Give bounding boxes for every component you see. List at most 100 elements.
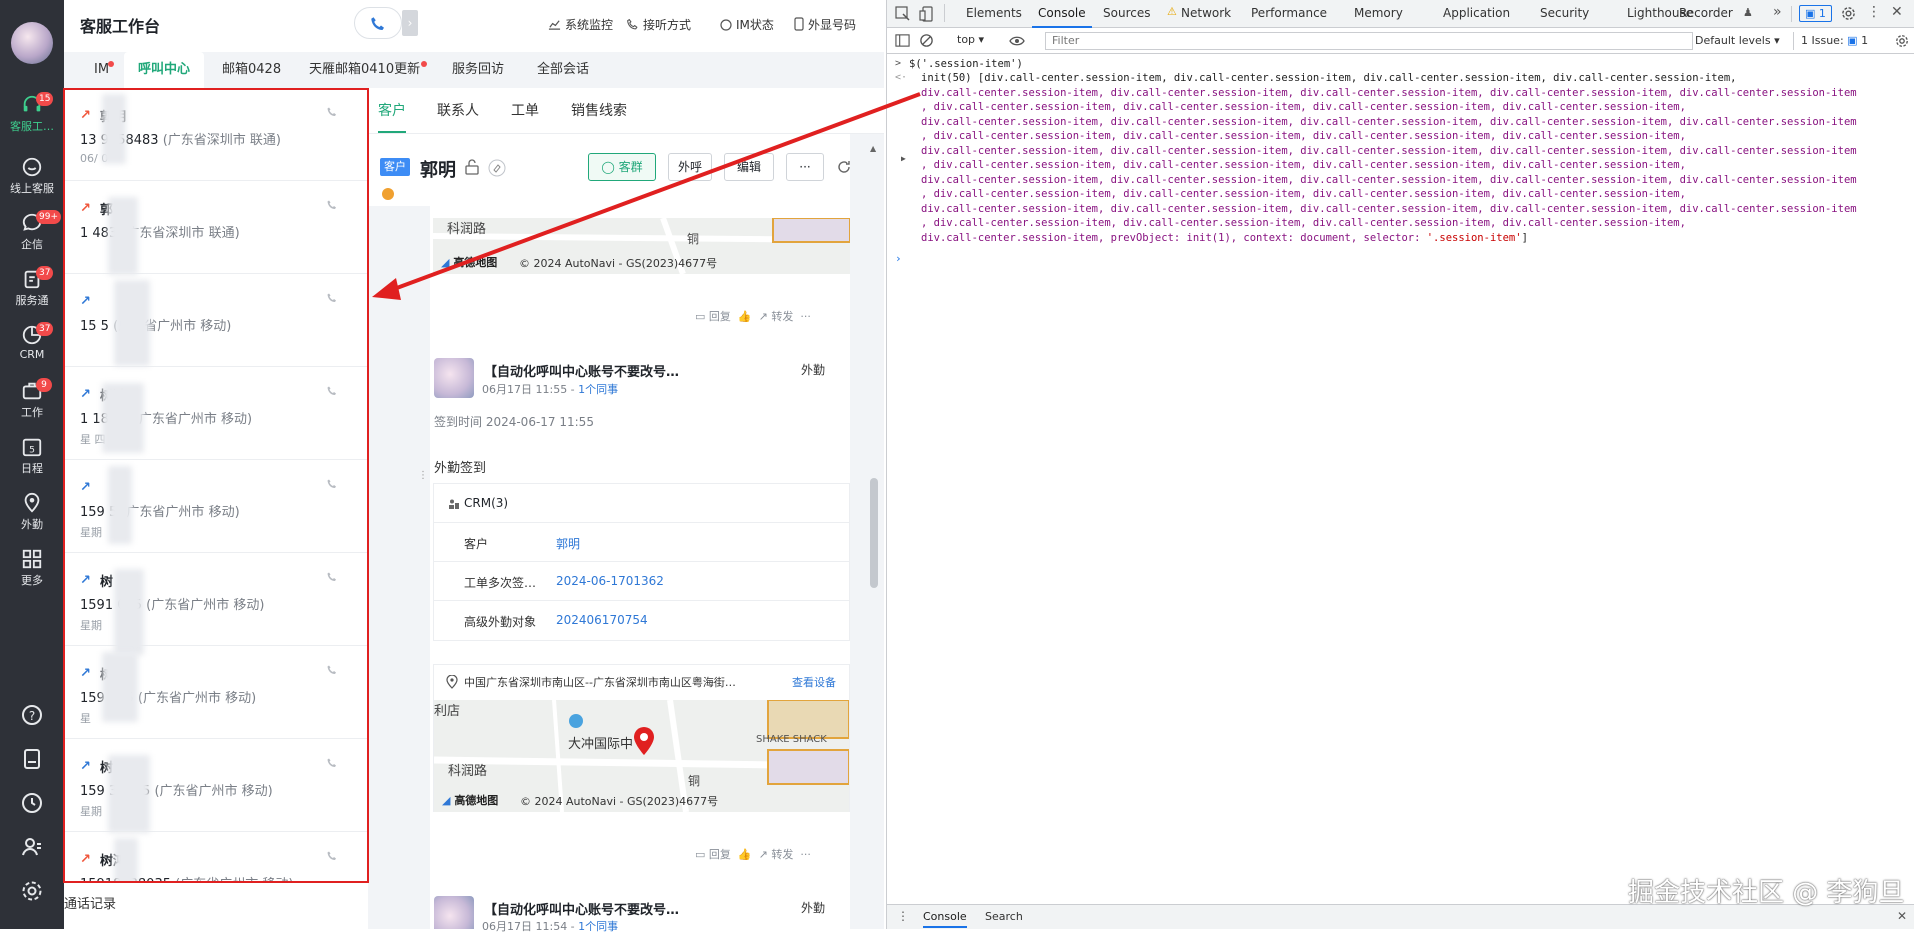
- drawer-tab-search[interactable]: Search: [985, 910, 1023, 923]
- colleague-link[interactable]: 1个同事: [578, 920, 618, 933]
- clear-console-icon[interactable]: [919, 33, 934, 48]
- scroll-up-icon[interactable]: ▲: [870, 144, 876, 153]
- more-tabs-icon[interactable]: »: [1773, 4, 1782, 20]
- issues-counter[interactable]: 1 Issue: ▣ 1: [1801, 34, 1868, 47]
- session-item[interactable]: ↗树159 38035 (广东省广州市 移动)星期: [64, 739, 368, 833]
- call-icon[interactable]: [326, 199, 338, 211]
- devtools-tab-security[interactable]: Security: [1540, 6, 1589, 20]
- resize-handle[interactable]: ⋮: [418, 470, 428, 481]
- forward-action[interactable]: ↗ 转发: [759, 848, 794, 861]
- messages-badge[interactable]: ▣ 1: [1799, 5, 1832, 22]
- nav-crm[interactable]: CRM 37: [0, 318, 64, 370]
- nav-field-work[interactable]: 外勤: [0, 486, 64, 538]
- session-item[interactable]: ↗ 159 5 (广东省广州市 移动) 星期: [64, 460, 368, 553]
- call-icon[interactable]: [326, 478, 338, 490]
- session-item[interactable]: ↗郭明13 9058483 (广东省深圳市 联通)06/ 0: [64, 88, 368, 181]
- crm-row-link[interactable]: 2024-06-1701362: [556, 574, 664, 588]
- outbound-call-button[interactable]: 外呼: [668, 153, 712, 181]
- settings-icon[interactable]: [20, 879, 44, 903]
- tab-call-center[interactable]: 呼叫中心: [124, 52, 205, 88]
- collapse-button[interactable]: ›: [402, 10, 418, 36]
- view-device-link[interactable]: 查看设备: [792, 674, 836, 690]
- devtools-tab-performance[interactable]: Performance: [1251, 6, 1327, 20]
- console-filter-input[interactable]: Filter: [1045, 32, 1693, 50]
- tab-service-followup[interactable]: 服务回访: [452, 52, 504, 88]
- nav-more[interactable]: 更多: [0, 542, 64, 594]
- live-expression-eye-icon[interactable]: [1009, 34, 1025, 48]
- session-item[interactable]: ↗ 郭 1 483 (广东省深圳市 联通): [64, 181, 368, 275]
- call-icon[interactable]: [326, 292, 338, 304]
- like-icon[interactable]: 👍: [738, 310, 752, 323]
- reply-action[interactable]: ▭ 回复: [695, 310, 731, 323]
- like-icon[interactable]: 👍: [738, 848, 752, 861]
- close-drawer-icon[interactable]: ✕: [1897, 909, 1907, 923]
- devtools-tab-network[interactable]: Network: [1181, 6, 1231, 20]
- outbound-number-link[interactable]: 外显号码: [794, 16, 856, 33]
- listen-mode-link[interactable]: 接听方式: [626, 16, 691, 33]
- customer-group-button[interactable]: ◯ 客群: [588, 153, 656, 181]
- devtools-tab-sources[interactable]: Sources: [1103, 6, 1150, 20]
- session-item[interactable]: ↗ 15 5 (广东省广州市 移动): [64, 274, 368, 367]
- settings-gear-icon[interactable]: [1841, 6, 1856, 21]
- session-item[interactable]: ↗树鸿15918738035 (广东省广州市 移动): [64, 832, 368, 881]
- help-icon[interactable]: ?: [20, 703, 44, 727]
- tab-tianyan-mailbox[interactable]: 天雁邮箱0410更新: [309, 52, 420, 88]
- context-select[interactable]: top ▾: [957, 33, 984, 46]
- console-settings-gear-icon[interactable]: [1895, 34, 1909, 48]
- more-dots-icon[interactable]: ···: [800, 310, 811, 323]
- session-item[interactable]: ↗ 树 1591 035 (广东省广州市 移动) 星期: [64, 553, 368, 655]
- reply-action[interactable]: ▭ 回复: [695, 848, 731, 861]
- im-status-link[interactable]: IM状态: [720, 16, 774, 33]
- devtools-tab-application[interactable]: Application: [1443, 6, 1510, 20]
- nav-service-pass[interactable]: 服务通 37: [0, 262, 64, 314]
- user-avatar[interactable]: [11, 22, 53, 64]
- post-title[interactable]: 【自动化呼叫中心账号不要改号…: [484, 899, 679, 918]
- tab-sales-leads[interactable]: 销售线索: [571, 100, 627, 120]
- tab-tickets[interactable]: 工单: [511, 100, 539, 120]
- nav-online-service[interactable]: 线上客服: [0, 150, 64, 202]
- call-icon[interactable]: [326, 571, 338, 583]
- post-title[interactable]: 【自动化呼叫中心账号不要改号…: [484, 361, 679, 380]
- device-toolbar-icon[interactable]: [919, 6, 935, 22]
- call-icon[interactable]: [326, 664, 338, 676]
- nav-enterprise-msg[interactable]: 企信 99+: [0, 206, 64, 258]
- call-log-link[interactable]: 通话记录: [64, 893, 116, 912]
- tab-all-sessions[interactable]: 全部会话: [537, 52, 589, 88]
- tab-customer[interactable]: 客户: [378, 100, 406, 133]
- detail-scrollbar[interactable]: ▲: [868, 140, 880, 930]
- notes-icon[interactable]: [20, 747, 44, 771]
- call-icon[interactable]: [326, 757, 338, 769]
- tag-icon[interactable]: [488, 159, 506, 177]
- nav-service-workbench[interactable]: 客服工… 15: [0, 88, 64, 140]
- call-icon[interactable]: [326, 385, 338, 397]
- devtools-tab-elements[interactable]: Elements: [966, 6, 1022, 20]
- drawer-menu-icon[interactable]: ⋮: [897, 909, 909, 923]
- log-levels-select[interactable]: Default levels ▾: [1695, 34, 1780, 47]
- crm-row-link[interactable]: 202406170754: [556, 613, 648, 627]
- contacts-icon[interactable]: [20, 835, 44, 859]
- nav-schedule[interactable]: 5 日程: [0, 430, 64, 482]
- tab-mailbox-0428[interactable]: 邮箱0428: [222, 52, 281, 88]
- crm-row-link[interactable]: 郭明: [556, 535, 580, 552]
- tab-contacts[interactable]: 联系人: [437, 100, 479, 120]
- more-dots-icon[interactable]: ···: [800, 848, 811, 861]
- call-icon[interactable]: [326, 850, 338, 862]
- system-monitor-link[interactable]: 系统监控: [548, 16, 613, 33]
- close-devtools-icon[interactable]: ✕: [1891, 4, 1903, 20]
- devtools-tab-memory[interactable]: Memory: [1354, 6, 1403, 20]
- clock-icon[interactable]: [20, 791, 44, 815]
- forward-action[interactable]: ↗ 转发: [759, 310, 794, 323]
- session-item[interactable]: ↗树鸿1 187 5 (广东省广州市 移动)星 四: [64, 367, 368, 460]
- colleague-link[interactable]: 1个同事: [578, 383, 618, 396]
- tab-im[interactable]: IM: [94, 52, 109, 88]
- phone-button[interactable]: [354, 7, 402, 39]
- drawer-tab-console[interactable]: Console: [923, 910, 967, 928]
- inspect-element-icon[interactable]: [895, 6, 911, 22]
- devtools-tab-console[interactable]: Console: [1032, 6, 1092, 28]
- console-input-caret-icon[interactable]: ›: [895, 252, 902, 265]
- expand-triangle-icon[interactable]: ▶: [901, 154, 906, 163]
- session-item[interactable]: ↗树159 035 (广东省广州市 移动)星: [64, 646, 368, 739]
- sidebar-toggle-icon[interactable]: [895, 33, 910, 48]
- call-icon[interactable]: [326, 106, 338, 118]
- more-button[interactable]: ···: [786, 153, 824, 181]
